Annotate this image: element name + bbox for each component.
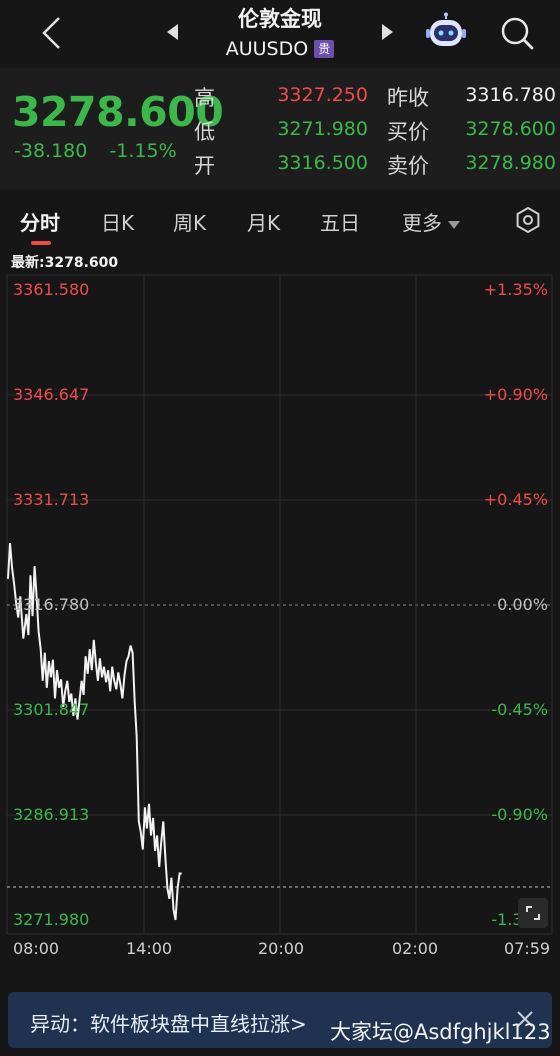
y-tick-left: 3271.980 (13, 910, 90, 929)
y-tick-right: +0.45% (483, 490, 548, 509)
y-tick-left: 3286.913 (13, 805, 90, 824)
y-tick-left: 3361.580 (13, 280, 90, 299)
y-tick-right: -0.45% (491, 699, 548, 719)
y-tick-right: -0.90% (491, 805, 548, 824)
forum-watermark: 大家坛@Asdfghjkl123 (330, 1020, 551, 1044)
x-tick: 20:00 (258, 939, 305, 958)
y-tick-right: 0.00% (497, 595, 548, 614)
x-tick: 08:00 (13, 939, 60, 958)
y-tick-left: 3346.647 (13, 384, 90, 404)
y-tick-right: +0.90% (483, 384, 548, 404)
x-tick: 07:59 (504, 939, 551, 958)
intraday-chart (6, 274, 553, 935)
fullscreen-button[interactable] (518, 898, 548, 928)
expand-icon (526, 906, 540, 920)
y-tick-right: +1.35% (483, 280, 548, 299)
alert-banner-text: 异动：软件板块盘中直线拉涨> (30, 1012, 307, 1036)
y-tick-left: 3301.847 (13, 699, 90, 719)
y-tick-left: 3331.713 (13, 490, 90, 509)
y-tick-left: 3316.780 (13, 595, 90, 614)
x-tick: 14:00 (126, 939, 173, 958)
x-tick: 02:00 (392, 939, 439, 958)
